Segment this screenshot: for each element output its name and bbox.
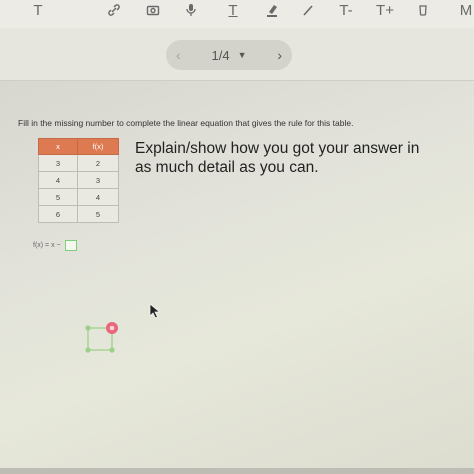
previous-page-button[interactable]: ‹ [176, 47, 181, 63]
table-header-x: x [38, 138, 78, 155]
underline-text-icon[interactable]: T [223, 0, 243, 20]
resize-handle[interactable] [85, 325, 91, 331]
table-cell-x: 6 [38, 205, 78, 223]
function-table: x f(x) 3 2 4 3 5 4 6 5 [38, 138, 119, 223]
worksheet-page: Fill in the missing number to complete t… [0, 81, 474, 474]
explain-prompt-line: Explain/show how you got your answer in [135, 140, 420, 157]
microphone-icon[interactable] [181, 0, 201, 20]
explain-prompt: Explain/show how you got your answer in … [135, 139, 470, 177]
table-cell-fx: 2 [77, 154, 119, 172]
table-cell-x: 4 [38, 171, 78, 189]
annotation-toolbar: T T T- T+ M [0, 0, 474, 29]
table-cell-x: 3 [38, 154, 78, 172]
text-decrease-icon[interactable]: T- [336, 0, 356, 20]
explain-prompt-line: as much detail as you can. [135, 159, 319, 176]
resize-handle[interactable] [109, 347, 115, 353]
table-row: 3 2 [38, 154, 119, 172]
table-cell-x: 5 [38, 188, 78, 206]
page-indicator: 1/4 [211, 47, 230, 63]
text-t-icon[interactable]: T [28, 0, 48, 20]
page-navigator-bar: ‹ 1/4 ▼ › [0, 28, 474, 81]
camera-icon[interactable] [143, 0, 163, 20]
table-cell-fx: 4 [77, 188, 119, 206]
trash-icon[interactable] [413, 0, 433, 20]
pencil-icon[interactable] [298, 0, 318, 20]
table-header-fx: f(x) [77, 138, 119, 155]
table-cell-fx: 3 [77, 171, 119, 189]
page-pager: ‹ 1/4 ▼ › [166, 40, 292, 70]
mouse-pointer-icon [149, 303, 161, 319]
link-icon[interactable] [104, 0, 124, 20]
answer-input-box[interactable] [64, 240, 77, 251]
equation-text: f(x) = x − [33, 242, 61, 249]
highlighter-icon[interactable] [262, 0, 282, 20]
table-row: 5 4 [38, 188, 119, 206]
table-row: 6 5 [38, 205, 119, 223]
table-row: 4 3 [38, 171, 119, 189]
page-bottom-edge [0, 468, 474, 474]
chevron-down-icon: ▼ [237, 50, 247, 60]
table-cell-fx: 5 [77, 205, 119, 223]
page-select[interactable]: 1/4 ▼ [212, 48, 247, 63]
more-menu-icon[interactable]: M [458, 0, 474, 20]
next-page-button[interactable]: › [277, 47, 282, 63]
text-increase-icon[interactable]: T+ [375, 0, 395, 20]
draggable-shape-widget[interactable] [82, 321, 122, 357]
resize-handle[interactable] [85, 347, 91, 353]
equation-row: f(x) = x − [33, 240, 77, 251]
question-instruction: Fill in the missing number to complete t… [18, 118, 354, 128]
